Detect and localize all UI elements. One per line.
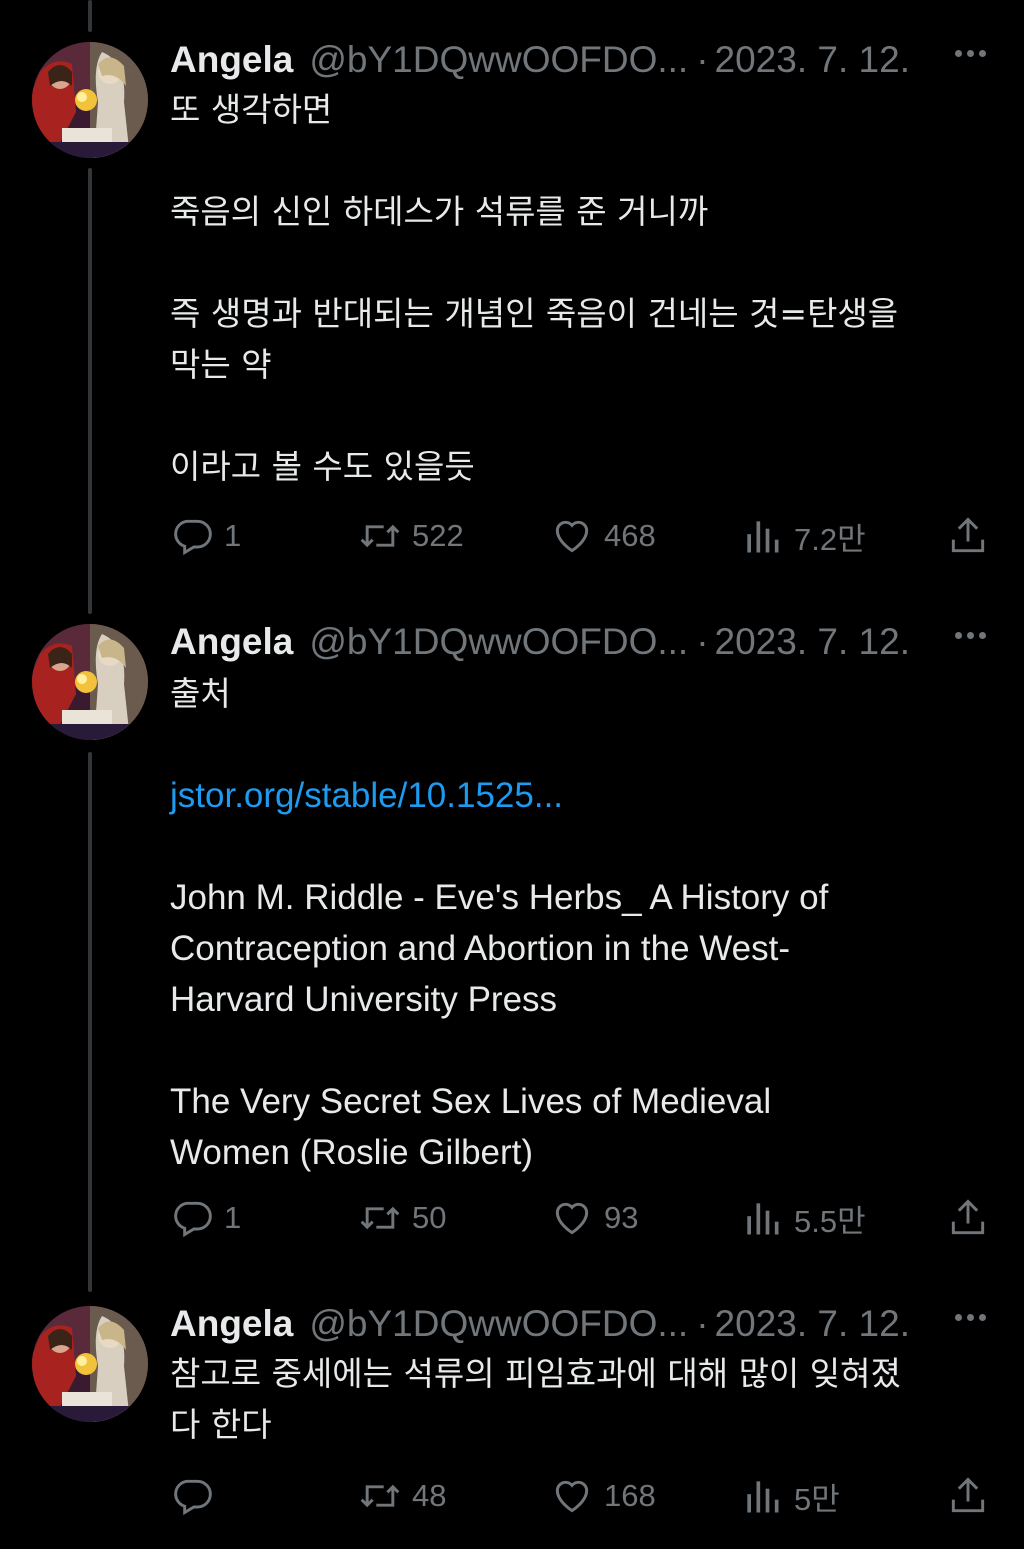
tweet-line: 참고로 중세에는 석류의 피임효과에 대해 많이 잊혀졌 bbox=[170, 1354, 901, 1393]
more-icon[interactable] bbox=[955, 1314, 986, 1321]
more-icon[interactable] bbox=[955, 50, 986, 57]
thread-line-1 bbox=[88, 168, 92, 614]
views-count: 7.2만 bbox=[794, 521, 866, 557]
reply-count: 1 bbox=[224, 1200, 242, 1235]
like-count: 468 bbox=[604, 518, 656, 553]
retweet-count: 522 bbox=[412, 518, 464, 553]
views-icon bbox=[740, 514, 784, 558]
tweet-text: 참고로 중세에는 석류의 피임효과에 대해 많이 잊혀졌 다 한다 bbox=[170, 1348, 990, 1450]
display-name[interactable]: Angela bbox=[170, 39, 293, 81]
thread-line-2 bbox=[88, 752, 92, 1292]
tweet-line: 막는 약 bbox=[170, 345, 272, 384]
tweet-header: Angela @bY1DQwwOOFDO... · 2023. 7. 12. bbox=[170, 618, 1010, 666]
like-count: 168 bbox=[604, 1478, 656, 1513]
tweet-line: 즉 생명과 반대되는 개념인 죽음이 건네는 것=탄생을 bbox=[170, 294, 899, 333]
reply-icon bbox=[170, 1196, 214, 1240]
tweet-text: 또 생각하면 죽음의 신인 하데스가 석류를 준 거니까 즉 생명과 반대되는 … bbox=[170, 84, 990, 492]
like-icon bbox=[550, 1474, 594, 1518]
retweet-count: 48 bbox=[412, 1478, 447, 1513]
share-icon bbox=[946, 1474, 990, 1518]
views-button[interactable]: 7.2만 bbox=[740, 514, 866, 558]
retweet-icon bbox=[358, 1474, 402, 1518]
tweet-date[interactable]: 2023. 7. 12. bbox=[715, 1303, 910, 1345]
action-bar: 48 168 5만 bbox=[170, 1474, 990, 1518]
retweet-button[interactable]: 522 bbox=[358, 514, 464, 558]
separator: · bbox=[696, 621, 709, 662]
share-button[interactable] bbox=[946, 1196, 990, 1240]
avatar[interactable] bbox=[32, 624, 148, 740]
display-name[interactable]: Angela bbox=[170, 1303, 293, 1345]
like-count: 93 bbox=[604, 1200, 639, 1235]
tweet-header: Angela @bY1DQwwOOFDO... · 2023. 7. 12. bbox=[170, 1300, 1010, 1348]
tweet-line: 이라고 볼 수도 있을듯 bbox=[170, 447, 475, 486]
tweet-line: 출처 bbox=[170, 674, 231, 713]
action-bar: 1 50 93 5.5만 bbox=[170, 1196, 990, 1240]
views-count: 5.5만 bbox=[794, 1203, 866, 1239]
display-name[interactable]: Angela bbox=[170, 621, 293, 663]
reply-button[interactable] bbox=[170, 1474, 224, 1518]
action-bar: 1 522 468 7.2만 bbox=[170, 514, 990, 558]
tweet-date[interactable]: 2023. 7. 12. bbox=[715, 39, 910, 81]
tweet-line bbox=[170, 135, 990, 186]
tweet-header: Angela @bY1DQwwOOFDO... · 2023. 7. 12. bbox=[170, 36, 1010, 84]
source-citation: The Very Secret Sex Lives of Medieval Wo… bbox=[170, 1082, 772, 1172]
share-icon bbox=[946, 514, 990, 558]
like-button[interactable]: 93 bbox=[550, 1196, 638, 1240]
thread-line-top bbox=[88, 0, 92, 32]
separator: · bbox=[696, 1303, 709, 1344]
retweet-button[interactable]: 48 bbox=[358, 1474, 446, 1518]
views-button[interactable]: 5.5만 bbox=[740, 1196, 866, 1240]
avatar[interactable] bbox=[32, 1306, 148, 1422]
reply-icon bbox=[170, 1474, 214, 1518]
separator: · bbox=[696, 39, 709, 80]
reply-button[interactable]: 1 bbox=[170, 514, 241, 558]
tweet-line: 또 생각하면 bbox=[170, 90, 333, 129]
share-icon bbox=[946, 1196, 990, 1240]
tweet-line bbox=[170, 237, 990, 288]
retweet-icon bbox=[358, 514, 402, 558]
like-icon bbox=[550, 1196, 594, 1240]
tweet-line: 죽음의 신인 하데스가 석류를 준 거니까 bbox=[170, 192, 709, 231]
views-count: 5만 bbox=[794, 1481, 840, 1517]
retweet-button[interactable]: 50 bbox=[358, 1196, 446, 1240]
views-button[interactable]: 5만 bbox=[740, 1474, 840, 1518]
reply-icon bbox=[170, 514, 214, 558]
user-handle[interactable]: @bY1DQwwOOFDO... bbox=[309, 1303, 688, 1345]
user-handle[interactable]: @bY1DQwwOOFDO... bbox=[309, 621, 688, 663]
avatar[interactable] bbox=[32, 42, 148, 158]
tweet-text: 출처 jstor.org/stable/10.1525... John M. R… bbox=[170, 668, 990, 1178]
share-button[interactable] bbox=[946, 514, 990, 558]
views-icon bbox=[740, 1474, 784, 1518]
source-link[interactable]: jstor.org/stable/10.1525... bbox=[170, 770, 990, 821]
user-handle[interactable]: @bY1DQwwOOFDO... bbox=[309, 39, 688, 81]
reply-count: 1 bbox=[224, 518, 242, 553]
tweet-line bbox=[170, 390, 990, 441]
reply-button[interactable]: 1 bbox=[170, 1196, 241, 1240]
more-icon[interactable] bbox=[955, 632, 986, 639]
share-button[interactable] bbox=[946, 1474, 990, 1518]
retweet-icon bbox=[358, 1196, 402, 1240]
like-icon bbox=[550, 514, 594, 558]
like-button[interactable]: 168 bbox=[550, 1474, 656, 1518]
source-citation: John M. Riddle - Eve's Herbs_ A History … bbox=[170, 878, 829, 1019]
tweet-date[interactable]: 2023. 7. 12. bbox=[715, 621, 910, 663]
tweet-line: 다 한다 bbox=[170, 1405, 272, 1444]
retweet-count: 50 bbox=[412, 1200, 447, 1235]
views-icon bbox=[740, 1196, 784, 1240]
like-button[interactable]: 468 bbox=[550, 514, 656, 558]
